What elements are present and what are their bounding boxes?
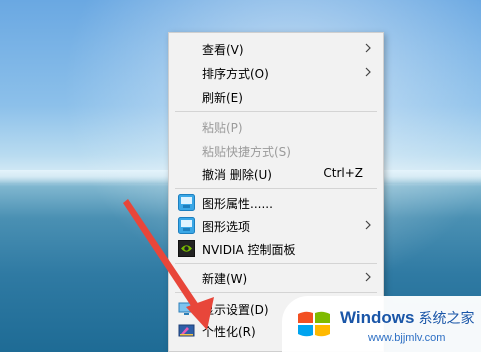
- menu-item-undo-delete[interactable]: 撤消 删除(U) Ctrl+Z: [169, 162, 383, 185]
- personalize-icon: [178, 324, 195, 337]
- menu-separator: [175, 263, 377, 264]
- menu-separator: [175, 188, 377, 189]
- watermark-brand: Windows 系统之家: [340, 308, 474, 328]
- graphics-options-icon: [178, 217, 195, 234]
- graphics-properties-icon: [178, 194, 195, 211]
- menu-separator: [175, 292, 377, 293]
- menu-item-label: 新建(W): [202, 272, 248, 286]
- menu-item-shortcut: Ctrl+Z: [323, 166, 363, 180]
- menu-item-refresh[interactable]: 刷新(E): [169, 85, 383, 108]
- chevron-right-icon: [365, 43, 371, 53]
- menu-item-graphics-options[interactable]: 图形选项: [169, 214, 383, 237]
- menu-item-label: 图形选项: [202, 220, 251, 234]
- menu-item-paste-shortcut[interactable]: 粘贴快捷方式(S): [169, 139, 383, 162]
- menu-item-nvidia-control-panel[interactable]: NVIDIA 控制面板: [169, 237, 383, 260]
- menu-item-graphics-properties[interactable]: 图形属性......: [169, 191, 383, 214]
- menu-item-label: 显示设置(D): [202, 303, 269, 317]
- display-settings-icon: [178, 302, 195, 315]
- menu-item-label: 粘贴(P): [202, 121, 243, 135]
- watermark-badge: Windows 系统之家 www.bjjmlv.com: [282, 296, 481, 352]
- menu-item-label: 排序方式(O): [202, 67, 269, 81]
- chevron-right-icon: [365, 272, 371, 282]
- menu-item-label: 撤消 删除(U): [202, 168, 272, 182]
- watermark-brand-cn: 系统之家: [418, 310, 475, 326]
- watermark-brand-en: Windows: [340, 308, 415, 327]
- menu-separator: [175, 111, 377, 112]
- menu-item-label: 刷新(E): [202, 91, 243, 105]
- menu-item-view[interactable]: 查看(V): [169, 37, 383, 60]
- menu-item-label: 粘贴快捷方式(S): [202, 145, 291, 159]
- watermark-url: www.bjjmlv.com: [368, 332, 446, 344]
- windows-logo-icon: [298, 311, 330, 337]
- menu-item-new[interactable]: 新建(W): [169, 266, 383, 289]
- chevron-right-icon: [365, 220, 371, 230]
- chevron-right-icon: [365, 67, 371, 77]
- menu-item-paste[interactable]: 粘贴(P): [169, 115, 383, 138]
- menu-item-label: NVIDIA 控制面板: [202, 243, 296, 257]
- menu-item-label: 图形属性......: [202, 197, 273, 211]
- menu-item-sort-by[interactable]: 排序方式(O): [169, 61, 383, 84]
- nvidia-icon: [178, 240, 195, 257]
- menu-item-label: 查看(V): [202, 43, 244, 57]
- menu-item-label: 个性化(R): [202, 325, 256, 339]
